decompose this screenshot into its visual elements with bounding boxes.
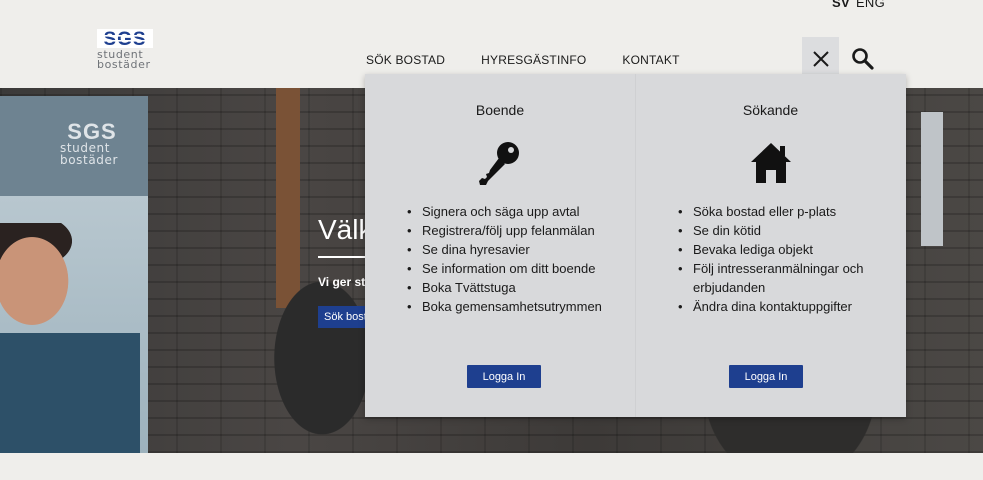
sgs-logo-mark: SGS [97, 29, 153, 48]
hero-banner-logo: SGS student bostäder [60, 120, 124, 166]
hero-logo-mark-text: SGS [67, 120, 116, 142]
list-item: Bevaka lediga objekt [678, 240, 891, 259]
lang-eng[interactable]: ENG [856, 0, 885, 10]
hero-post [921, 112, 943, 246]
search-button[interactable] [850, 46, 876, 72]
list-item: Följ intresseranmälningar och erbjudande… [678, 259, 891, 297]
list-item: Ändra dina kontaktuppgifter [678, 297, 891, 316]
nav-item-sok-bostad[interactable]: SÖK BOSTAD [366, 53, 445, 67]
column-title-sokande: Sökande [742, 102, 799, 118]
logo-mark-text: SGS [103, 29, 146, 48]
close-icon [812, 50, 829, 67]
list-item: Söka bostad eller p-plats [678, 202, 891, 221]
list-item: Registrera/följ upp felanmälan [407, 221, 621, 240]
house-icon [750, 143, 791, 183]
list-item: Boka Tvättstuga [407, 278, 621, 297]
list-item: Signera och säga upp avtal [407, 202, 621, 221]
site-logo[interactable]: SGS student bostäder [97, 29, 157, 70]
list-item: Se information om ditt boende [407, 259, 621, 278]
login-dropdown-panel: Boende Signera och säga upp avtal Regist… [365, 74, 906, 417]
login-button-sokande[interactable]: Logga In [729, 365, 803, 388]
list-item: Se dina hyresavier [407, 240, 621, 259]
login-button-boende[interactable]: Logga In [467, 365, 541, 388]
nav-item-hyresgastinfo[interactable]: HYRESGÄSTINFO [481, 53, 586, 67]
lang-sv[interactable]: SV [832, 0, 850, 10]
list-item: Se din kötid [678, 221, 891, 240]
boende-feature-list: Signera och säga upp avtal Registrera/fö… [407, 202, 621, 316]
page-bottom-strip [0, 453, 983, 480]
main-nav: SÖK BOSTAD HYRESGÄSTINFO KONTAKT [366, 53, 680, 67]
list-item: Boka gemensamhetsutrymmen [407, 297, 621, 316]
column-title-boende: Boende [475, 102, 525, 118]
hero-logo-line-2: bostäder [60, 153, 119, 167]
hero-divider [318, 256, 368, 258]
hero-sgs-logo-mark: SGS [67, 120, 116, 142]
nav-item-kontakt[interactable]: KONTAKT [622, 53, 679, 67]
language-switch: SV ENG [832, 0, 891, 10]
hero-person-middle [252, 238, 382, 453]
hero-person-left [0, 223, 140, 453]
logo-line-2: bostäder [97, 58, 151, 71]
column-sokande: Sökande Söka bostad eller p-plats Se din… [635, 74, 905, 417]
column-boende: Boende Signera och säga upp avtal Regist… [365, 74, 635, 417]
search-icon [852, 48, 874, 70]
sokande-feature-list: Söka bostad eller p-plats Se din kötid B… [678, 202, 891, 316]
hero-subtitle: Vi ger st [318, 275, 366, 289]
key-icon [479, 142, 519, 185]
